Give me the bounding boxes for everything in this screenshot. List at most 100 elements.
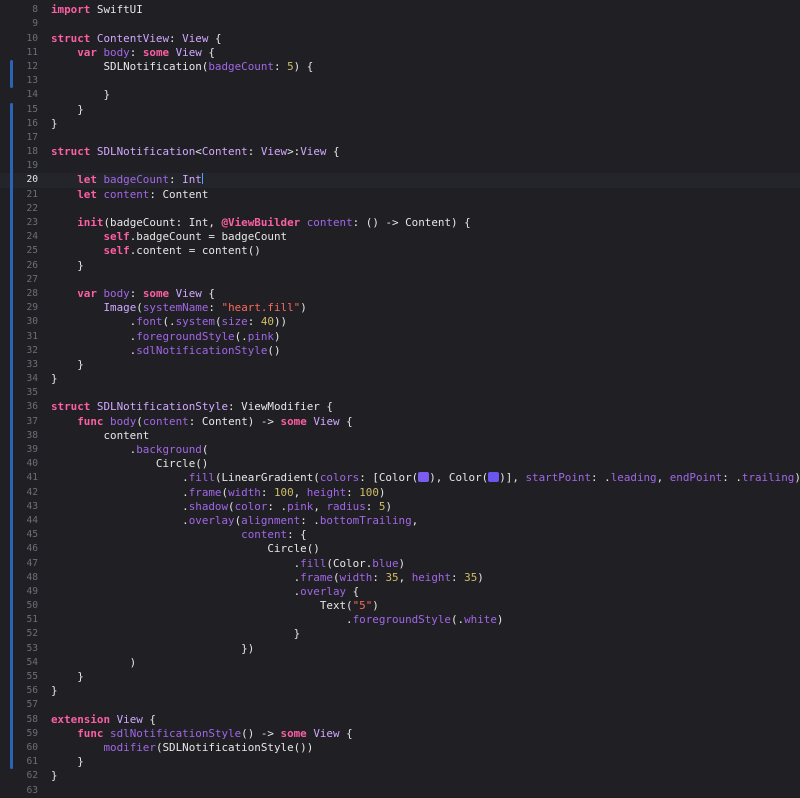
code-token: pink [287,499,314,513]
code-line[interactable]: 16} [0,116,800,131]
code-line[interactable]: 49 .overlay { [0,584,800,600]
code-text: .fill(Color.blue) [51,557,406,571]
code-line[interactable]: 51 .foregroundStyle(.white) [0,613,800,628]
line-number: 46 [26,543,38,555]
code-token: () -> [241,726,281,740]
code-text: content [51,429,149,443]
line-number: 55 [26,671,38,682]
code-line[interactable]: 19 [0,159,800,174]
code-text: self.content = content() [51,244,260,258]
code-token: View [313,414,340,428]
code-token: colors [319,471,360,485]
code-token: size [221,315,248,329]
code-line[interactable]: 62} [0,769,800,783]
code-line[interactable]: 61 } [0,755,800,770]
code-line[interactable]: 17 [0,130,800,146]
code-token: : [Color( [359,471,419,485]
color-literal-swatch[interactable] [488,472,500,483]
code-line[interactable]: 11 var body: some View { [0,46,800,60]
code-line[interactable]: 38 content [0,428,800,443]
code-line[interactable]: 26 } [0,258,800,273]
code-token: : Content [149,187,209,201]
code-line[interactable]: 24 self.badgeCount = badgeCount [0,230,800,245]
line-number: 42 [26,486,38,498]
code-line[interactable]: 58 extension View { [0,712,800,727]
code-line[interactable]: 47 .fill(Color.blue) [0,556,800,571]
code-line[interactable]: 54 ) [0,655,800,670]
code-line[interactable]: 31 .foregroundStyle(.pink) [0,329,800,344]
code-line[interactable]: 63 [0,784,800,798]
code-token: : [260,485,274,499]
code-line[interactable]: 36 struct SDLNotificationStyle: ViewModif… [0,400,800,415]
code-line[interactable]: 60 modifier(SDLNotificationStyle()) [0,740,800,756]
code-line[interactable]: 50 Text("5") [0,599,800,614]
code-line[interactable]: 27 [0,272,800,287]
code-line[interactable]: 20 let badgeCount: Int [0,173,800,188]
code-line[interactable]: 57 [0,698,800,713]
color-literal-swatch[interactable] [418,472,430,483]
code-line[interactable]: 45 content: { [0,528,800,543]
code-line[interactable]: 21 let content: Content [0,187,800,202]
code-line[interactable]: 32 .sdlNotificationStyle() [0,343,800,358]
code-token: : [365,499,379,513]
code-line[interactable]: 28 var body: some View { [0,286,800,302]
line-number: 30 [26,316,38,328]
code-line[interactable]: 44 .overlay(alignment: .bottomTrailing, [0,513,800,529]
code-text: modifier(SDLNotificationStyle()) [51,741,313,755]
code-line[interactable]: 40 Circle() [0,457,800,472]
code-line[interactable]: 37 func body(content: Content) -> some V… [0,414,800,429]
code-line[interactable]: 33 } [0,357,800,373]
code-token: leading [610,471,657,485]
code-text: .frame(width: 35, height: 35) [51,571,484,585]
code-line[interactable]: 9 [0,17,800,31]
code-line[interactable]: 22 [0,201,800,216]
code-line[interactable]: 29 Image(systemName: "heart.fill") [0,301,800,316]
code-text: let badgeCount: Int [51,173,203,187]
code-text: }) [51,642,254,656]
code-line[interactable]: 12 SDLNotification(badgeCount: 5) { [0,59,800,75]
code-token: width [339,570,373,584]
code-token: SDLNotification( [51,59,209,73]
line-number: 49 [26,585,38,597]
code-line[interactable]: 48 .frame(width: 35, height: 35) [0,570,800,585]
code-token: ) { [293,59,314,73]
code-line[interactable]: 43 .shadow(color: .pink, radius: 5) [0,499,800,514]
code-line[interactable]: 18 struct SDLNotification<Content: View>:… [0,145,800,160]
code-line[interactable]: 35 [0,386,800,401]
code-line[interactable]: 39 .background( [0,443,800,458]
code-line[interactable]: 55 } [0,670,800,685]
code-line[interactable]: 25 self.content = content() [0,244,800,259]
code-line[interactable]: 23 init(badgeCount: Int, @ViewBuilder co… [0,216,800,231]
line-number: 27 [26,273,38,285]
code-token: var [77,45,97,59]
code-line[interactable]: 53 }) [0,641,800,656]
code-token: foregroundStyle [136,329,235,343]
code-line[interactable]: 30 .font(.system(size: 40)) [0,315,800,330]
code-token: >: [287,145,301,159]
line-number: 15 [26,103,38,115]
code-token: . [51,443,137,456]
code-line[interactable]: 59 func sdlNotificationStyle() -> some V… [0,726,800,741]
code-line[interactable]: 13 [0,74,800,89]
code-line[interactable]: 52 } [0,627,800,642]
code-line[interactable]: 10 struct ContentView: View { [0,32,800,46]
code-line[interactable]: 56} [0,684,800,699]
code-line[interactable]: 42 .frame(width: 100, height: 100) [0,485,800,500]
code-token: Image [103,301,137,315]
code-line[interactable]: 46 Circle() [0,542,800,557]
code-text: } [51,372,58,386]
code-token: content [306,216,353,229]
code-line[interactable]: 15 } [0,102,800,117]
code-token: View [175,45,202,59]
code-editor[interactable]: 78import SwiftUI910struct ContentView: V… [0,0,800,798]
code-token: : () -> Content) { [352,216,471,229]
code-line[interactable]: 34} [0,372,800,387]
code-line[interactable]: 8 import SwiftUI [0,3,800,17]
code-token: struct [51,400,91,414]
code-token: : . [300,513,320,527]
code-line[interactable]: 41 .fill(LinearGradient(colors: [Color()… [0,471,800,486]
code-token: )) [274,315,288,329]
code-line[interactable]: 14 } [0,88,800,102]
